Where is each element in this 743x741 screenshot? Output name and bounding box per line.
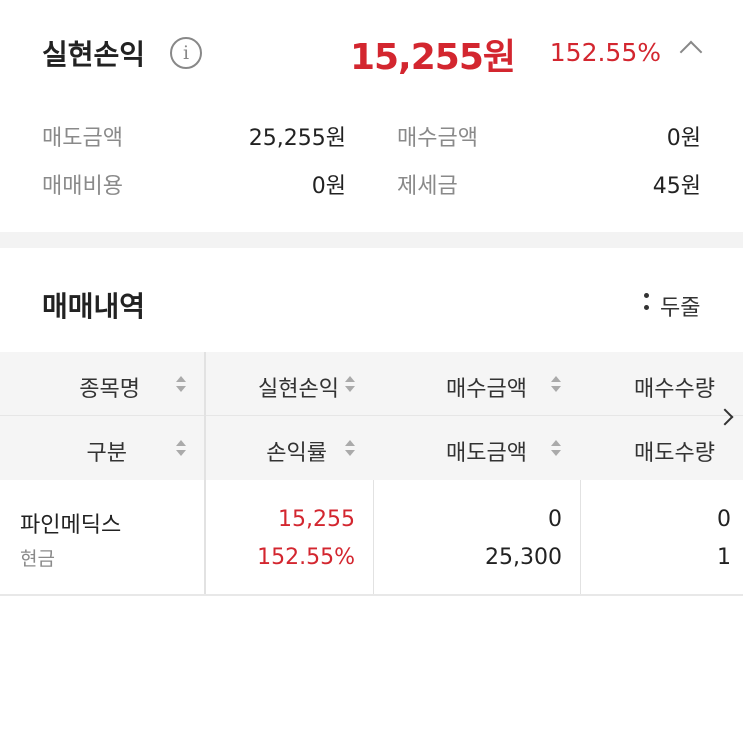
buy-amount-value: 0원 (666, 126, 701, 151)
sort-icon[interactable] (345, 374, 355, 396)
more-vertical-icon (644, 293, 650, 315)
header-sell-amount[interactable]: 매도금액 (400, 435, 527, 467)
trade-history-table: 종목명 실현손익 매수금액 매수수량 구분 손익률 매도금액 매도수량 파인메딕… (0, 352, 743, 596)
header-pl-rate[interactable]: 손익률 (215, 435, 327, 467)
column-divider (373, 480, 374, 594)
chevron-right-icon[interactable] (716, 408, 734, 426)
header-sell-qty[interactable]: 매도수량 (600, 435, 715, 467)
sell-amount-label: 매도금액 (42, 126, 123, 151)
realized-pl-amount: 15,255원 (349, 37, 516, 78)
column-divider (204, 352, 206, 480)
info-icon[interactable]: i (170, 37, 202, 69)
cell-sell-amount: 25,300 (485, 545, 562, 570)
trade-cost-value: 0원 (311, 174, 346, 199)
realized-pl-rate: 152.55% (549, 38, 661, 67)
trade-cost-label: 매매비용 (42, 174, 123, 199)
realized-pl-summary: 실현손익 i 15,255원 152.55% 매도금액 25,255원 매수금액… (0, 0, 743, 232)
cell-buy-amount: 0 (548, 507, 562, 532)
header-type[interactable]: 구분 (40, 435, 127, 467)
table-header: 종목명 실현손익 매수금액 매수수량 구분 손익률 매도금액 매도수량 (0, 352, 743, 480)
cell-stock-name: 파인메딕스 (20, 513, 122, 538)
header-stock-name[interactable]: 종목명 (40, 371, 140, 403)
header-buy-qty[interactable]: 매수수량 (600, 371, 715, 403)
sell-amount-value: 25,255원 (248, 126, 346, 151)
cell-type: 현금 (20, 548, 55, 570)
column-divider (580, 480, 581, 594)
table-row[interactable]: 파인메딕스 현금 15,255 152.55% 0 25,300 0 1 (0, 480, 743, 596)
summary-title: 실현손익 (42, 38, 146, 71)
sort-icon[interactable] (345, 438, 355, 460)
column-divider (204, 480, 206, 594)
header-row-divider (0, 415, 743, 416)
view-toggle-label: 두줄 (660, 296, 701, 321)
cell-realized-pl: 15,255 (278, 507, 355, 532)
header-realized-pl[interactable]: 실현손익 (215, 371, 339, 403)
sort-icon[interactable] (176, 438, 186, 460)
sort-icon[interactable] (551, 438, 561, 460)
cell-sell-qty: 1 (717, 545, 731, 570)
header-buy-amount[interactable]: 매수금액 (400, 371, 527, 403)
cell-pl-rate: 152.55% (257, 545, 355, 570)
sort-icon[interactable] (176, 374, 186, 396)
trade-history-title: 매매내역 (42, 290, 146, 323)
tax-label: 제세금 (397, 174, 458, 199)
chevron-up-icon[interactable] (679, 40, 703, 64)
buy-amount-label: 매수금액 (397, 126, 478, 151)
section-divider (0, 232, 743, 248)
sort-icon[interactable] (551, 374, 561, 396)
tax-value: 45원 (652, 174, 701, 199)
cell-buy-qty: 0 (717, 507, 731, 532)
